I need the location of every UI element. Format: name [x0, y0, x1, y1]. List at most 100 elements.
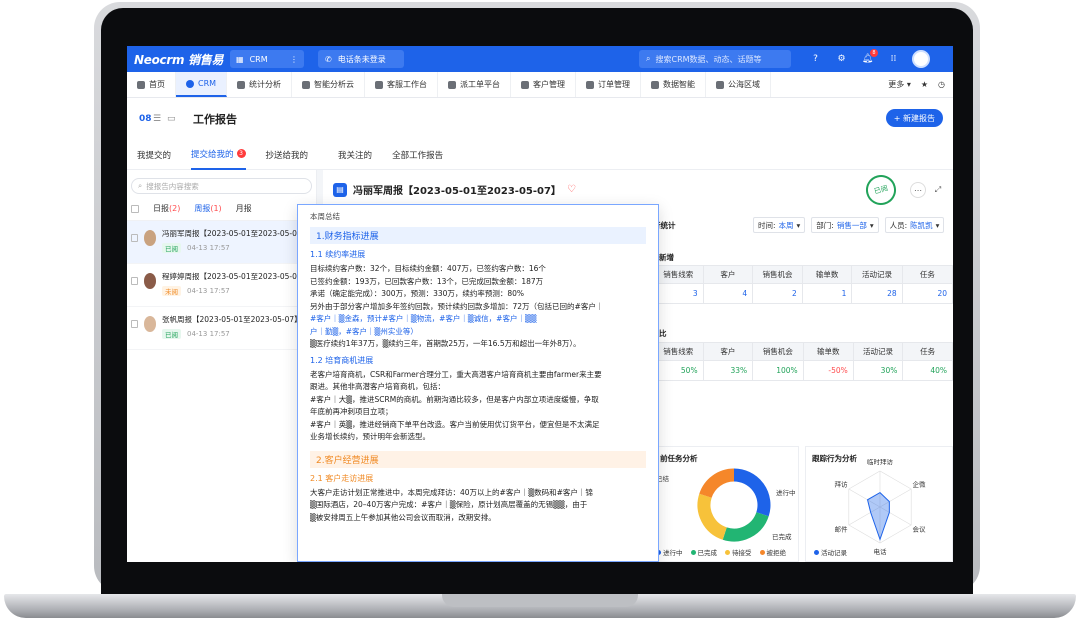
- item-checkbox[interactable]: [131, 234, 138, 242]
- cloud-icon: [302, 80, 311, 89]
- tab-label: 我关注的: [338, 150, 373, 161]
- customer-icon: [521, 80, 530, 89]
- report-search-input[interactable]: ⌕ 搜报告内容搜索: [131, 178, 312, 194]
- nav-label: 客户管理: [533, 80, 566, 89]
- user-avatar[interactable]: [912, 50, 930, 68]
- person-filter-value: 陈凯凯: [910, 220, 933, 230]
- card-view-icon[interactable]: 08: [139, 114, 153, 124]
- tab-cc-me[interactable]: 抄送给我的: [266, 140, 309, 170]
- table-header: 任务: [901, 265, 953, 284]
- list-view-icon[interactable]: ☰: [153, 114, 167, 124]
- star-icon[interactable]: ★: [921, 80, 928, 89]
- legend-label: 已完成: [697, 549, 718, 557]
- tab-all-reports[interactable]: 全部工作报告: [392, 140, 443, 170]
- customer-links-line[interactable]: #客户｜▒金森，预计#客户｜▒物流，#客户｜▒诚信，#客户｜▒▒: [310, 313, 646, 326]
- table-cell: 50%: [653, 360, 704, 381]
- nav-item-crm[interactable]: CRM: [176, 72, 228, 97]
- item-checkbox[interactable]: [131, 320, 138, 328]
- app-logo[interactable]: Neocrm 销售易: [134, 51, 230, 68]
- avatar: [143, 273, 156, 289]
- table-cell[interactable]: 20: [901, 283, 953, 304]
- phone-bar-button[interactable]: ✆ 电话条未登录: [318, 50, 404, 68]
- comment-view-icon[interactable]: ▭: [167, 114, 181, 124]
- table-header: 客户: [702, 265, 754, 284]
- filter-weekly[interactable]: 周报(1): [194, 203, 221, 214]
- clock-icon[interactable]: ◷: [938, 80, 945, 89]
- list-item[interactable]: 张帆周报【2023-05-01至2023-05-07】 已阅 04-13 17:5…: [127, 307, 316, 350]
- table-header: 客户: [702, 342, 754, 361]
- list-item[interactable]: 冯丽军周报【2023-05-01至2023-05-07】 已阅 04-13 17:…: [127, 221, 316, 264]
- avatar: [143, 230, 156, 246]
- legend-item: 待接受: [725, 547, 752, 557]
- customer-links-line[interactable]: 户｜勤▒，#客户｜▒州实业等）: [310, 326, 646, 339]
- search-icon: ⌕: [646, 54, 651, 63]
- donut-slice-进行中[interactable]: [733, 468, 771, 517]
- more-actions-button[interactable]: ⋯: [910, 182, 926, 198]
- nav-item-public-sea[interactable]: 公海区域: [706, 72, 772, 97]
- time-filter[interactable]: 时间: 本周 ▾: [753, 217, 806, 233]
- donut-slice-被拒绝[interactable]: [699, 468, 735, 499]
- expand-icon[interactable]: ⤢: [930, 182, 946, 198]
- document-icon: ▤: [333, 182, 347, 197]
- text-line: 业务增长续约，预计明年会新选型。: [310, 432, 430, 441]
- text-line: #客户｜英▒，推进经销商下单平台改造。客户当前使用优订货平台，便宜但是不太满足: [310, 419, 600, 429]
- filter-weekly-count: (1): [210, 204, 222, 213]
- text-line: #客户｜大▒，推进SCRM的商机。前期沟通比较多，但是客户内部立项进度缓慢，争取: [310, 394, 599, 404]
- tab-submitted[interactable]: 我提交的: [137, 140, 171, 170]
- tab-following[interactable]: 我关注的: [338, 140, 372, 170]
- apps-grid-icon[interactable]: ⁞⁞: [887, 53, 900, 66]
- ratio-section-label: 比: [659, 329, 667, 338]
- gear-icon[interactable]: ⚙: [835, 53, 848, 66]
- tab-submitted-to-me[interactable]: 提交给我的 3: [191, 140, 246, 170]
- bell-icon[interactable]: 🔔︎ 8: [861, 48, 878, 66]
- nav-item-customers[interactable]: 客户管理: [511, 72, 577, 97]
- nav-item-dispatch[interactable]: 派工单平台: [438, 72, 512, 97]
- list-item[interactable]: 程婷婷周报【2023-05-01至2023-05-07】 未阅 04-13 17:…: [127, 264, 316, 307]
- section-customer: 2.客户经营进展: [310, 450, 646, 468]
- nav-item-service-desk[interactable]: 客服工作台: [365, 72, 439, 97]
- order-icon: [586, 80, 595, 89]
- nav-item-orders[interactable]: 订单管理: [576, 72, 642, 97]
- donut-slice-待接受[interactable]: [697, 493, 728, 540]
- item-checkbox[interactable]: [131, 277, 138, 285]
- table-cell[interactable]: 1: [801, 283, 853, 304]
- tab-badge: 3: [236, 149, 246, 158]
- table-cell[interactable]: 28: [851, 283, 903, 304]
- app-switcher[interactable]: ▦ CRM ⋮: [230, 50, 304, 68]
- nav-item-analysis-cloud[interactable]: 智能分析云: [292, 72, 366, 97]
- nav-label: 公海区域: [728, 80, 761, 89]
- top-bar: Neocrm 销售易 ▦ CRM ⋮ ✆ 电话条未登录 ⌕ 搜索CRM数据、动态…: [127, 46, 953, 72]
- table-cell[interactable]: 4: [702, 283, 754, 304]
- radar-axis-label: 临时拜访: [867, 459, 894, 466]
- tab-label: 全部工作报告: [392, 150, 444, 161]
- radar-axis-label: 拜访: [835, 480, 849, 489]
- app-switcher-label: CRM: [249, 54, 268, 64]
- laptop-base-notch: [442, 594, 638, 607]
- donut-callout-label: 进行中: [776, 488, 796, 497]
- nav-item-stats[interactable]: 统计分析: [227, 72, 293, 97]
- table-cell[interactable]: 3: [653, 283, 704, 304]
- table-cell[interactable]: 2: [752, 283, 803, 304]
- filter-monthly[interactable]: 月报: [236, 203, 252, 214]
- table-header: 销售线索: [653, 265, 704, 284]
- new-report-button[interactable]: + 新建报告: [885, 109, 943, 127]
- help-icon[interactable]: ?: [809, 53, 822, 66]
- crm-icon: [186, 79, 194, 88]
- person-filter[interactable]: 人员: 陈凯凯 ▾: [884, 217, 945, 233]
- list-item-title: 程婷婷周报【2023-05-01至2023-05-07】: [162, 272, 310, 281]
- nav-more[interactable]: 更多 ▾: [888, 79, 911, 90]
- global-search-placeholder: 搜索CRM数据、动态、话题等: [655, 54, 762, 64]
- heart-icon[interactable]: ♡: [567, 184, 576, 195]
- filter-daily[interactable]: 日报(2): [153, 203, 180, 214]
- nav-item-data-intel[interactable]: 数据智能: [641, 72, 707, 97]
- legend-item: 已完成: [690, 547, 718, 557]
- weekly-summary-popup: 本周总结 1.财务指标进展 1.1 续约率进展 目标续约客户数：32个，目标续约…: [297, 204, 659, 562]
- stats-icon: [237, 80, 246, 89]
- dept-filter[interactable]: 部门: 销售一部 ▾: [811, 217, 879, 233]
- table-header: 输单数: [801, 265, 853, 284]
- nav-item-home[interactable]: 首页: [127, 72, 176, 97]
- global-search-input[interactable]: ⌕ 搜索CRM数据、动态、话题等: [639, 50, 791, 68]
- nav-label: 统计分析: [249, 80, 282, 89]
- donut-slice-已完成[interactable]: [722, 511, 769, 542]
- select-all-checkbox[interactable]: [131, 204, 139, 213]
